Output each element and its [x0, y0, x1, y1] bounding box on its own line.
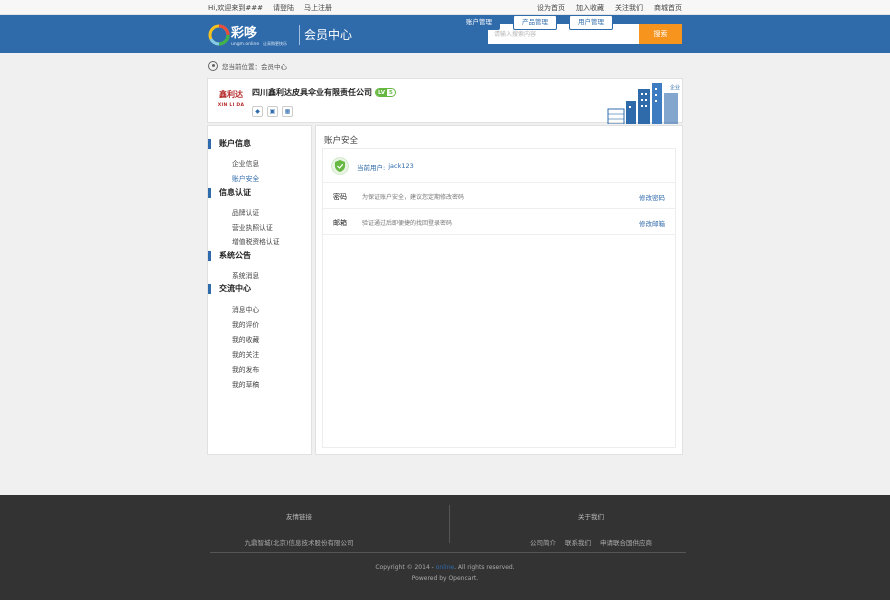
- sidebar-group-account: 账户信息: [208, 139, 251, 149]
- password-desc: 为保证账户安全，建议您定期修改密码: [362, 194, 465, 201]
- site-header: 彩哆 ungm.online 让采购更快乐 会员中心 搜索: [0, 15, 890, 53]
- about-links: 公司简介 联系我们 申请联合国供应商: [500, 537, 682, 547]
- copyright-highlight[interactable]: online: [436, 564, 454, 571]
- sidebar-item-my-reviews[interactable]: 我的评价: [232, 319, 259, 329]
- sidebar-group-certification: 信息认证: [208, 188, 251, 198]
- footer-rule: [210, 552, 686, 553]
- current-user-label: 当前用户:: [357, 164, 386, 172]
- sidebar-item-message-center[interactable]: 消息中心: [232, 304, 259, 314]
- site-logo[interactable]: 彩哆 ungm.online 让采购更快乐: [207, 22, 297, 48]
- top-bar-right: 设为首页 加入收藏 关注我们 商城首页: [537, 3, 682, 13]
- current-user: 当前用户: jack123: [357, 162, 414, 172]
- login-link[interactable]: 请登陆: [273, 3, 294, 13]
- change-email-link[interactable]: 修改邮箱: [639, 218, 665, 228]
- about-title: 关于我们: [578, 513, 604, 521]
- about-section: 关于我们 公司简介 联系我们 申请联合国供应商: [500, 511, 682, 547]
- register-link[interactable]: 马上注册: [304, 3, 332, 13]
- user-management-button[interactable]: 用户管理: [569, 15, 613, 30]
- un-supplier-link[interactable]: 申请联合国供应商: [600, 537, 652, 547]
- level-badge: LV 5: [375, 88, 396, 97]
- add-favorite-link[interactable]: 加入收藏: [576, 3, 604, 13]
- set-homepage-link[interactable]: 设为首页: [537, 3, 565, 13]
- copyright-line: Copyright © 2014 - online. All rights re…: [0, 562, 890, 573]
- company-logo: 鑫利达 XIN LI DA: [216, 85, 246, 117]
- level-tag: LV: [376, 89, 388, 96]
- logo-tagline: 让采购更快乐: [263, 40, 287, 46]
- footer-divider: [449, 505, 450, 543]
- top-bar-left: Hi,欢迎来到### 请登陆 马上注册: [208, 3, 332, 13]
- sidebar-item-company-info[interactable]: 企业信息: [232, 158, 259, 168]
- grid-icon[interactable]: ▦: [282, 106, 293, 117]
- password-label: 密码: [333, 193, 347, 201]
- logo-domain: ungm.online: [231, 41, 259, 47]
- current-user-value: jack123: [388, 162, 414, 170]
- sidebar: 账户信息 企业信息 账户安全 信息认证 品牌认证 营业执照认证 增值税资格认证 …: [207, 125, 312, 455]
- sidebar-item-my-posts[interactable]: 我的发布: [232, 364, 259, 374]
- email-desc: 验证通过后即便捷的找回登录密码: [362, 220, 453, 227]
- logo-text: 彩哆: [230, 25, 257, 41]
- sidebar-item-my-drafts[interactable]: 我的草稿: [232, 379, 259, 389]
- company-name-row: 四川鑫利达皮具伞业有限责任公司 LV 5: [252, 87, 396, 98]
- sidebar-item-my-follows[interactable]: 我的关注: [232, 349, 259, 359]
- welcome-text: Hi,欢迎来到###: [208, 4, 264, 12]
- level-number: 5: [389, 89, 393, 96]
- tag-icon[interactable]: ◆: [252, 106, 263, 117]
- sidebar-item-vat-cert[interactable]: 增值税资格认证: [232, 236, 280, 246]
- account-management-button[interactable]: 账户管理: [458, 15, 500, 30]
- powered-by: Powered by Opencart.: [411, 575, 479, 582]
- location-icon: [208, 61, 218, 71]
- copyright-post: . All rights reserved.: [454, 564, 515, 571]
- sidebar-item-system-messages[interactable]: 系统消息: [232, 270, 259, 280]
- company-panel: 鑫利达 XIN LI DA 四川鑫利达皮具伞业有限责任公司 LV 5 ◆ ▣ ▦…: [207, 78, 683, 124]
- friend-link[interactable]: 九鼎智城(北京)信息技术股份有限公司: [244, 539, 353, 547]
- breadcrumb-text: 您当前位置：会员中心: [222, 63, 287, 71]
- product-management-button[interactable]: 产品管理: [513, 15, 557, 30]
- company-logo-en: XIN LI DA: [217, 103, 245, 108]
- company-name: 四川鑫利达皮具伞业有限责任公司: [252, 88, 372, 97]
- sidebar-group-announcements: 系统公告: [208, 251, 251, 261]
- password-row: 密码 为保证账户安全，建议您定期修改密码 修改密码: [323, 183, 675, 209]
- follow-us-link[interactable]: 关注我们: [615, 3, 643, 13]
- site-footer: 友情链接 九鼎智城(北京)信息技术股份有限公司 关于我们 公司简介 联系我们 申…: [0, 495, 890, 600]
- change-password-link[interactable]: 修改密码: [639, 192, 665, 202]
- page-title: 会员中心: [304, 28, 353, 42]
- friend-links-title: 友情链接: [286, 513, 312, 521]
- company-icon-row: ◆ ▣ ▦: [252, 106, 293, 117]
- copyright: Copyright © 2014 - online. All rights re…: [0, 562, 890, 584]
- sidebar-group-communication: 交流中心: [208, 284, 251, 294]
- contact-us-link[interactable]: 联系我们: [565, 537, 591, 547]
- current-user-box: 当前用户: jack123: [323, 149, 675, 183]
- section-title: 账户安全: [324, 136, 359, 146]
- email-row: 邮箱 验证通过后即便捷的找回登录密码 修改邮箱: [323, 209, 675, 235]
- sidebar-item-license-cert[interactable]: 营业执照认证: [232, 222, 273, 232]
- top-bar: Hi,欢迎来到### 请登陆 马上注册 设为首页 加入收藏 关注我们 商城首页: [0, 0, 890, 15]
- sidebar-item-account-security[interactable]: 账户安全: [232, 173, 259, 183]
- copyright-pre: Copyright © 2014 -: [375, 564, 434, 571]
- email-label: 邮箱: [333, 219, 347, 227]
- search-input[interactable]: [488, 24, 639, 44]
- main-content: 账户安全 当前用户: jack123 密码 为保证账户安全，建议您定期修改密码 …: [315, 125, 683, 455]
- logo-divider: [299, 25, 300, 45]
- breadcrumb: 您当前位置：会员中心: [208, 61, 287, 71]
- friend-links-section: 友情链接 九鼎智城(北京)信息技术股份有限公司: [210, 511, 388, 547]
- search-button[interactable]: 搜索: [639, 24, 682, 44]
- security-panel: 当前用户: jack123 密码 为保证账户安全，建议您定期修改密码 修改密码 …: [322, 148, 676, 448]
- building-label: 企业: [670, 84, 680, 91]
- logo-mark: 彩哆 ungm.online 让采购更快乐: [208, 24, 287, 47]
- shield-icon: [331, 157, 349, 175]
- sidebar-item-my-favorites[interactable]: 我的收藏: [232, 334, 259, 344]
- mall-home-link[interactable]: 商城首页: [654, 3, 682, 13]
- company-intro-link[interactable]: 公司简介: [530, 537, 556, 547]
- buildings-illustration: 企业: [607, 83, 680, 124]
- id-card-icon[interactable]: ▣: [267, 106, 278, 117]
- sidebar-item-brand-cert[interactable]: 品牌认证: [232, 207, 259, 217]
- company-logo-mark: 鑫利达: [219, 89, 243, 99]
